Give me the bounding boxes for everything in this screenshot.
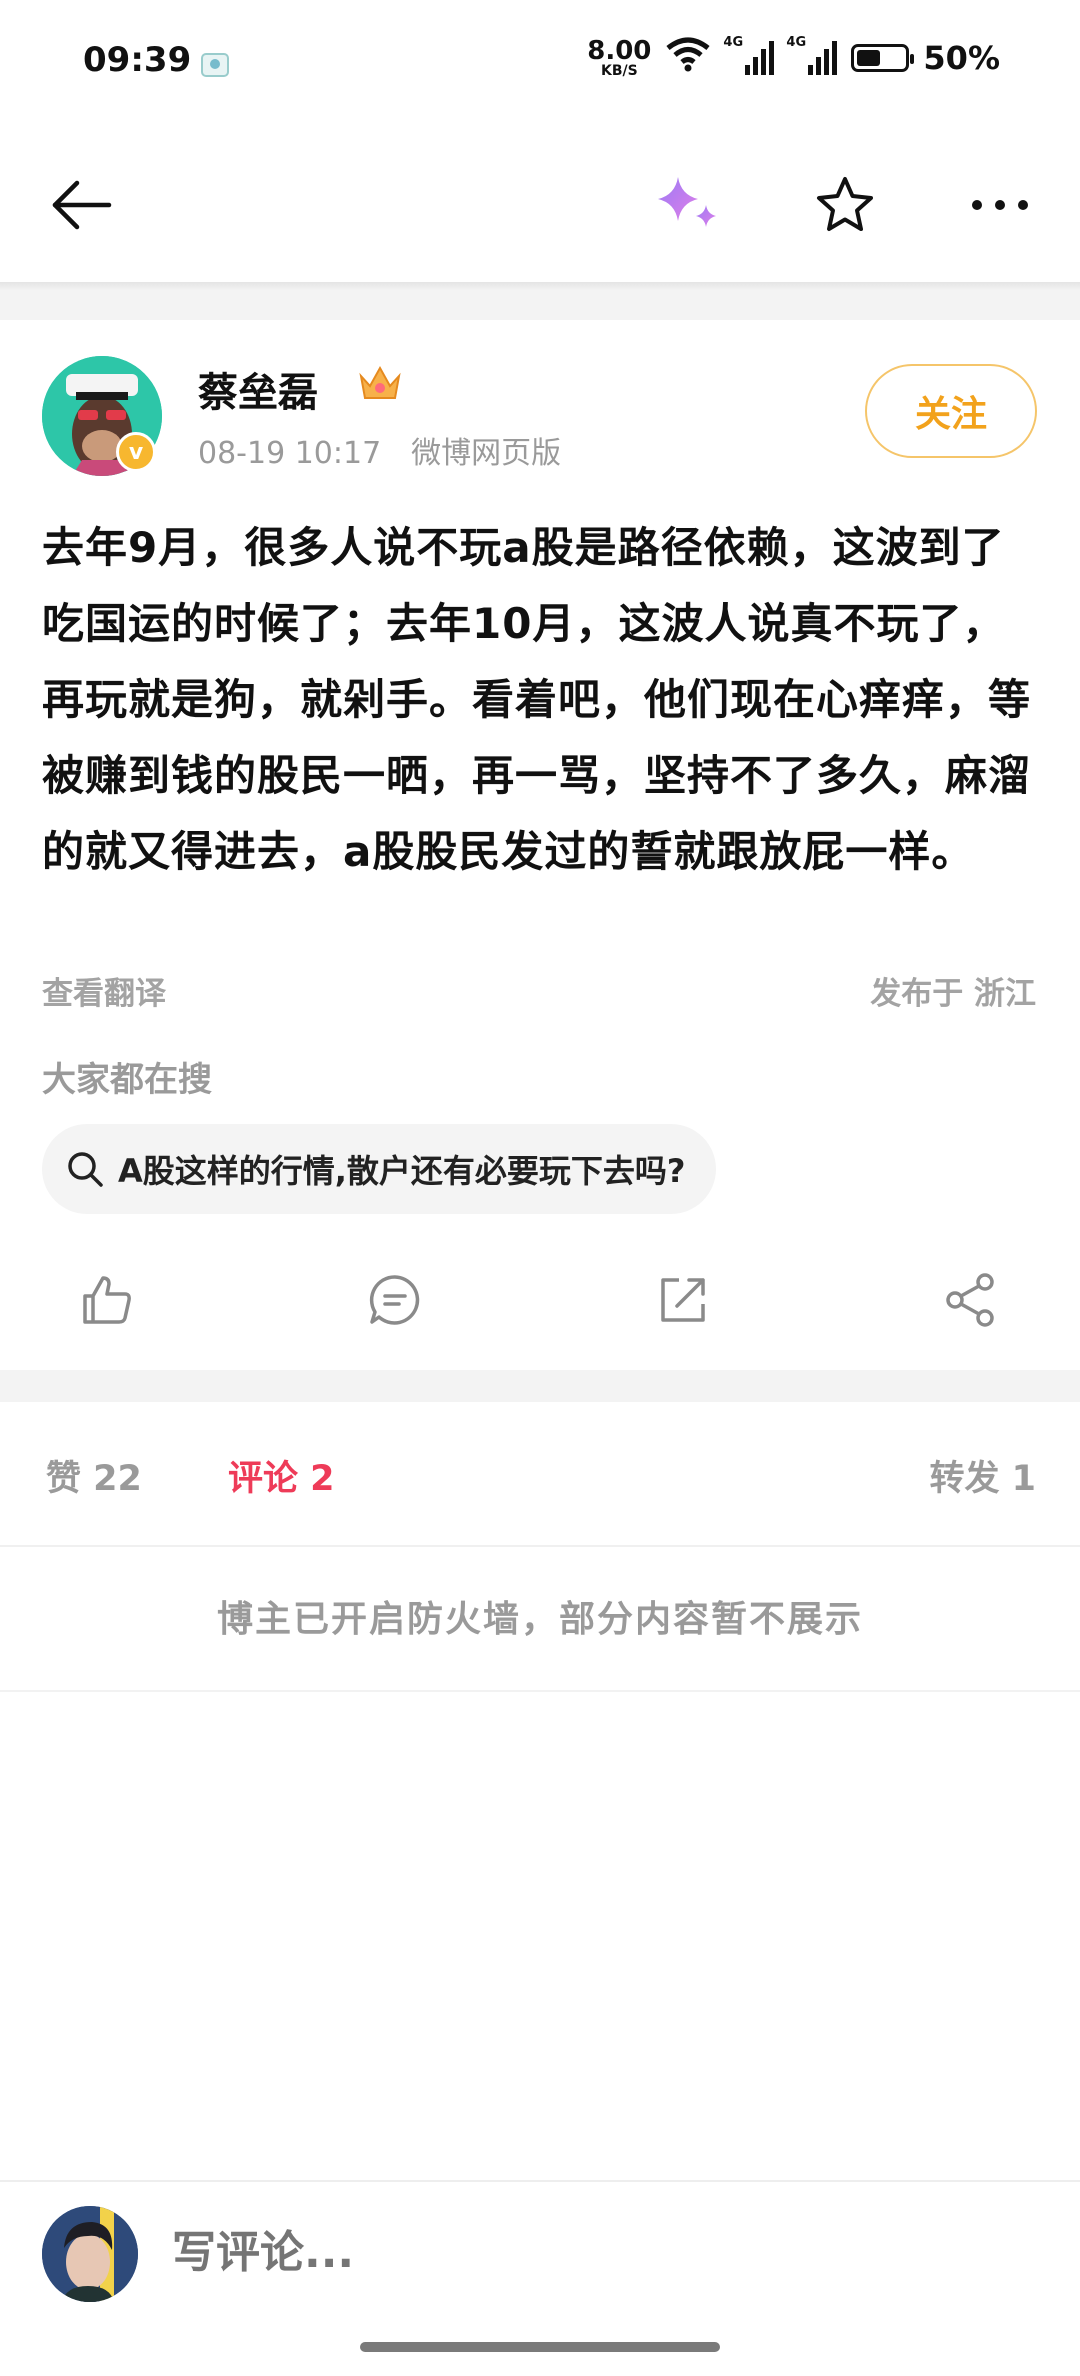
post-meta: 08-19 10:17 微博网页版 xyxy=(198,428,561,472)
post-body: 去年9月，很多人说不玩a股是路径依赖，这波到了吃国运的时候了；去年10月，这波人… xyxy=(42,523,1032,876)
comment-icon xyxy=(369,1275,420,1325)
verified-badge-icon: v xyxy=(116,432,156,472)
user-avatar[interactable] xyxy=(42,2206,138,2302)
trending-search-title: 大家都在搜 xyxy=(42,1060,212,1100)
net-speed-value: 8.00 xyxy=(587,36,652,66)
tab-reposts[interactable]: 转发 1 xyxy=(929,1450,1036,1501)
more-dots-icon xyxy=(972,200,1028,210)
thumb-up-icon xyxy=(83,1276,131,1324)
notice-divider xyxy=(0,1690,1080,1692)
search-icon xyxy=(68,1152,103,1187)
crown-vip-icon[interactable] xyxy=(357,362,403,404)
top-nav xyxy=(0,140,1080,270)
tab-likes[interactable]: 赞 22 xyxy=(46,1450,142,1501)
repost-icon xyxy=(661,1278,705,1322)
back-button[interactable] xyxy=(40,165,120,245)
firewall-notice: 博主已开启防火墙，部分内容暂不展示 xyxy=(216,1599,863,1640)
section-divider xyxy=(0,286,1080,320)
trending-search-chip[interactable]: A股这样的行情,散户还有必要玩下去吗? xyxy=(42,1124,716,1214)
tab-comments[interactable]: 评论 2 xyxy=(228,1450,335,1501)
cell-signal-2: 4G xyxy=(786,35,838,75)
comment-button[interactable] xyxy=(345,1250,445,1350)
signal-1-label: 4G xyxy=(723,35,744,50)
post-actions xyxy=(0,1250,1080,1350)
status-indicators: 8.00 KB/S 4G 4G 50% xyxy=(587,35,1000,80)
wifi-icon xyxy=(665,36,711,80)
share-icon xyxy=(946,1273,994,1327)
battery-icon xyxy=(851,44,915,72)
follow-button[interactable]: 关注 xyxy=(865,364,1037,458)
author-name[interactable]: 蔡垒磊 xyxy=(198,360,318,418)
repost-button[interactable] xyxy=(633,1250,733,1350)
post-source: 微博网页版 xyxy=(411,436,562,471)
comment-input[interactable] xyxy=(170,2226,874,2279)
tabs-divider xyxy=(0,1545,1080,1547)
sparkle-icon xyxy=(657,177,716,227)
like-button[interactable] xyxy=(57,1250,157,1350)
share-button[interactable] xyxy=(921,1250,1021,1350)
battery-percent: 50% xyxy=(923,39,1000,77)
trending-search-text: A股这样的行情,散户还有必要玩下去吗? xyxy=(118,1152,686,1190)
signal-2-label: 4G xyxy=(786,35,807,50)
notification-app-icon xyxy=(196,44,236,80)
post-time: 08-19 10:17 xyxy=(198,436,382,471)
nav-shadow xyxy=(0,282,1080,290)
view-translation-link[interactable]: 查看翻译 xyxy=(42,968,166,1013)
favorite-button[interactable] xyxy=(800,165,890,245)
status-time: 09:39 xyxy=(83,40,192,80)
net-speed: 8.00 KB/S xyxy=(587,38,651,78)
cell-signal-1: 4G xyxy=(723,35,775,75)
section-divider-2 xyxy=(0,1370,1080,1402)
more-button[interactable] xyxy=(960,165,1040,245)
arrow-left-icon xyxy=(52,180,112,230)
home-indicator xyxy=(360,2342,720,2352)
net-speed-unit: KB/S xyxy=(600,63,638,79)
star-icon xyxy=(817,177,873,231)
post-location: 发布于 浙江 xyxy=(870,976,1036,1012)
ai-assistant-button[interactable] xyxy=(645,165,730,245)
